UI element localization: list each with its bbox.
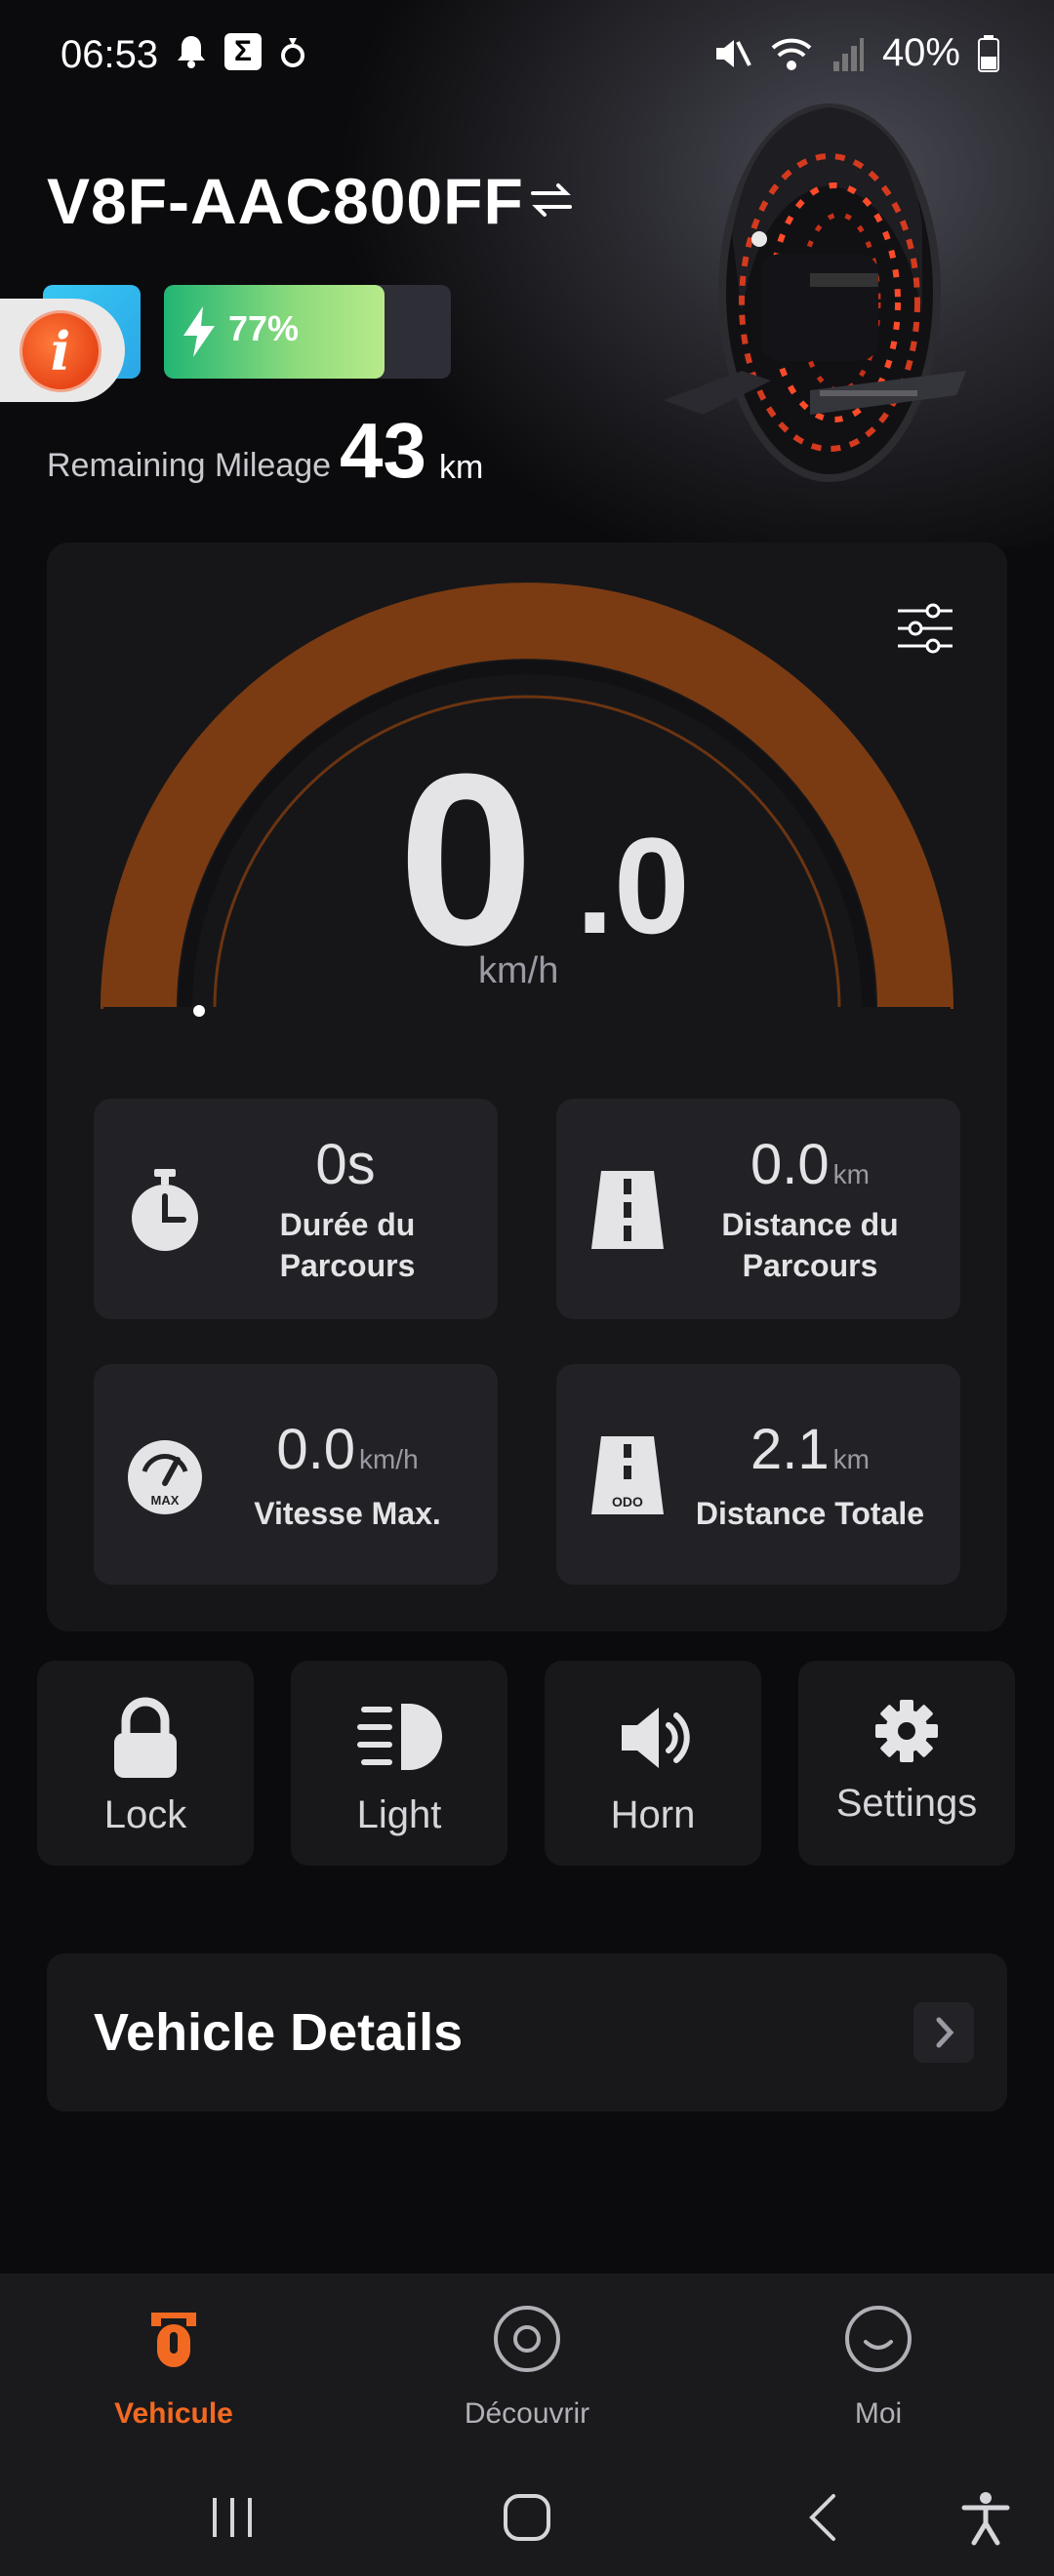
remaining-mileage-value: 43 <box>340 407 426 494</box>
vehicle-details-row[interactable]: Vehicle Details <box>47 1953 1007 2112</box>
trip-duration-label: Durée du Parcours <box>279 1207 416 1283</box>
gear-icon <box>875 1700 938 1762</box>
nav-moi[interactable]: Moi <box>742 2303 1015 2431</box>
trip-distance-value: 0.0 km <box>750 1133 870 1196</box>
back-icon[interactable] <box>794 2488 853 2547</box>
battery-bar: 77% <box>164 285 451 379</box>
lock-button[interactable]: Lock <box>37 1661 254 1866</box>
stat-trip-distance: 0.0 km Distance du Parcours <box>556 1099 960 1319</box>
settings-button[interactable]: Settings <box>798 1661 1015 1866</box>
nav-decouvrir[interactable]: Découvrir <box>390 2303 664 2431</box>
nav-vehicule[interactable]: Vehicule <box>37 2303 310 2431</box>
horn-speaker-icon <box>622 1708 690 1768</box>
wifi-6e-icon <box>771 38 812 70</box>
chevron-right-icon <box>913 2002 974 2063</box>
discover-icon <box>494 2306 560 2372</box>
remaining-mileage-unit: km <box>439 449 484 486</box>
light-label: Light <box>356 1793 442 1836</box>
signal-icon <box>832 37 864 71</box>
bottom-nav: Vehicule Découvrir Moi <box>0 2274 1054 2459</box>
max-speed-label: Vitesse Max. <box>254 1496 441 1531</box>
status-left-icons: Σ <box>176 33 306 70</box>
wheel-icon <box>151 2313 196 2367</box>
max-speed-gauge-icon: MAX <box>128 1440 202 1514</box>
horn-label: Horn <box>610 1793 696 1836</box>
system-nav-bar <box>0 2459 1054 2576</box>
nav-moi-label: Moi <box>854 2397 903 2430</box>
floating-app-logo[interactable]: i <box>0 299 125 402</box>
road-icon <box>591 1171 664 1249</box>
gauge-settings-icon[interactable] <box>894 597 956 660</box>
speed-decimal: .0 <box>576 809 690 962</box>
speed-integer: 0 <box>398 723 535 995</box>
vehicle-details-title: Vehicle Details <box>94 2003 464 2062</box>
lock-label: Lock <box>103 1793 187 1836</box>
lock-icon <box>114 1697 177 1778</box>
svg-text:ODO: ODO <box>612 1494 643 1509</box>
total-distance-value: 2.1 km <box>750 1418 870 1481</box>
total-distance-label: Distance Totale <box>695 1496 925 1531</box>
sigma-app-icon: Σ <box>224 33 262 70</box>
mute-icon <box>715 39 751 67</box>
svg-text:MAX: MAX <box>151 1493 180 1508</box>
status-time: 06:53 <box>61 33 159 76</box>
horn-button[interactable]: Horn <box>545 1661 761 1866</box>
status-right-icons: 40% <box>712 31 999 75</box>
recent-apps-icon[interactable] <box>203 2488 262 2547</box>
stopwatch-icon <box>132 1169 198 1251</box>
unicycle-image <box>664 103 966 482</box>
speedometer-card: 0 .0 km/h 0s Durée du Parcours 0.0 km Dist… <box>47 543 1007 1631</box>
light-button[interactable]: Light <box>291 1661 507 1866</box>
app-logo-icon: i <box>20 310 101 392</box>
ring-icon <box>281 38 304 67</box>
trip-distance-label: Distance du Parcours <box>721 1207 899 1283</box>
stat-max-speed: MAX 0.0 km/h Vitesse Max. <box>94 1364 498 1585</box>
odometer-road-icon: ODO <box>591 1436 664 1514</box>
vehicle-name[interactable]: V8F-AAC800FF <box>47 164 524 238</box>
switch-vehicle-icon[interactable] <box>527 176 576 224</box>
nav-vehicule-label: Vehicule <box>114 2397 233 2430</box>
settings-label: Settings <box>835 1782 978 1825</box>
gauge-needle-dot <box>193 1005 205 1017</box>
trip-duration-value: 0s <box>315 1133 376 1196</box>
battery-label: 77% <box>228 308 300 348</box>
battery-icon <box>978 34 999 72</box>
charging-bolt-icon <box>183 306 215 357</box>
stat-total-distance: ODO 2.1 km Distance Totale <box>556 1364 960 1585</box>
speed-unit: km/h <box>478 950 559 991</box>
bell-icon <box>178 36 205 68</box>
nav-decouvrir-label: Découvrir <box>464 2397 590 2430</box>
profile-smile-icon <box>845 2306 912 2372</box>
remaining-mileage-label: Remaining Mileage <box>47 447 332 484</box>
headlight-icon <box>357 1704 442 1770</box>
max-speed-value: 0.0 km/h <box>276 1418 419 1481</box>
stat-trip-duration: 0s Durée du Parcours <box>94 1099 498 1319</box>
accessibility-icon[interactable] <box>956 2488 1015 2547</box>
home-icon[interactable] <box>498 2488 556 2547</box>
battery-percent: 40% <box>881 31 960 74</box>
